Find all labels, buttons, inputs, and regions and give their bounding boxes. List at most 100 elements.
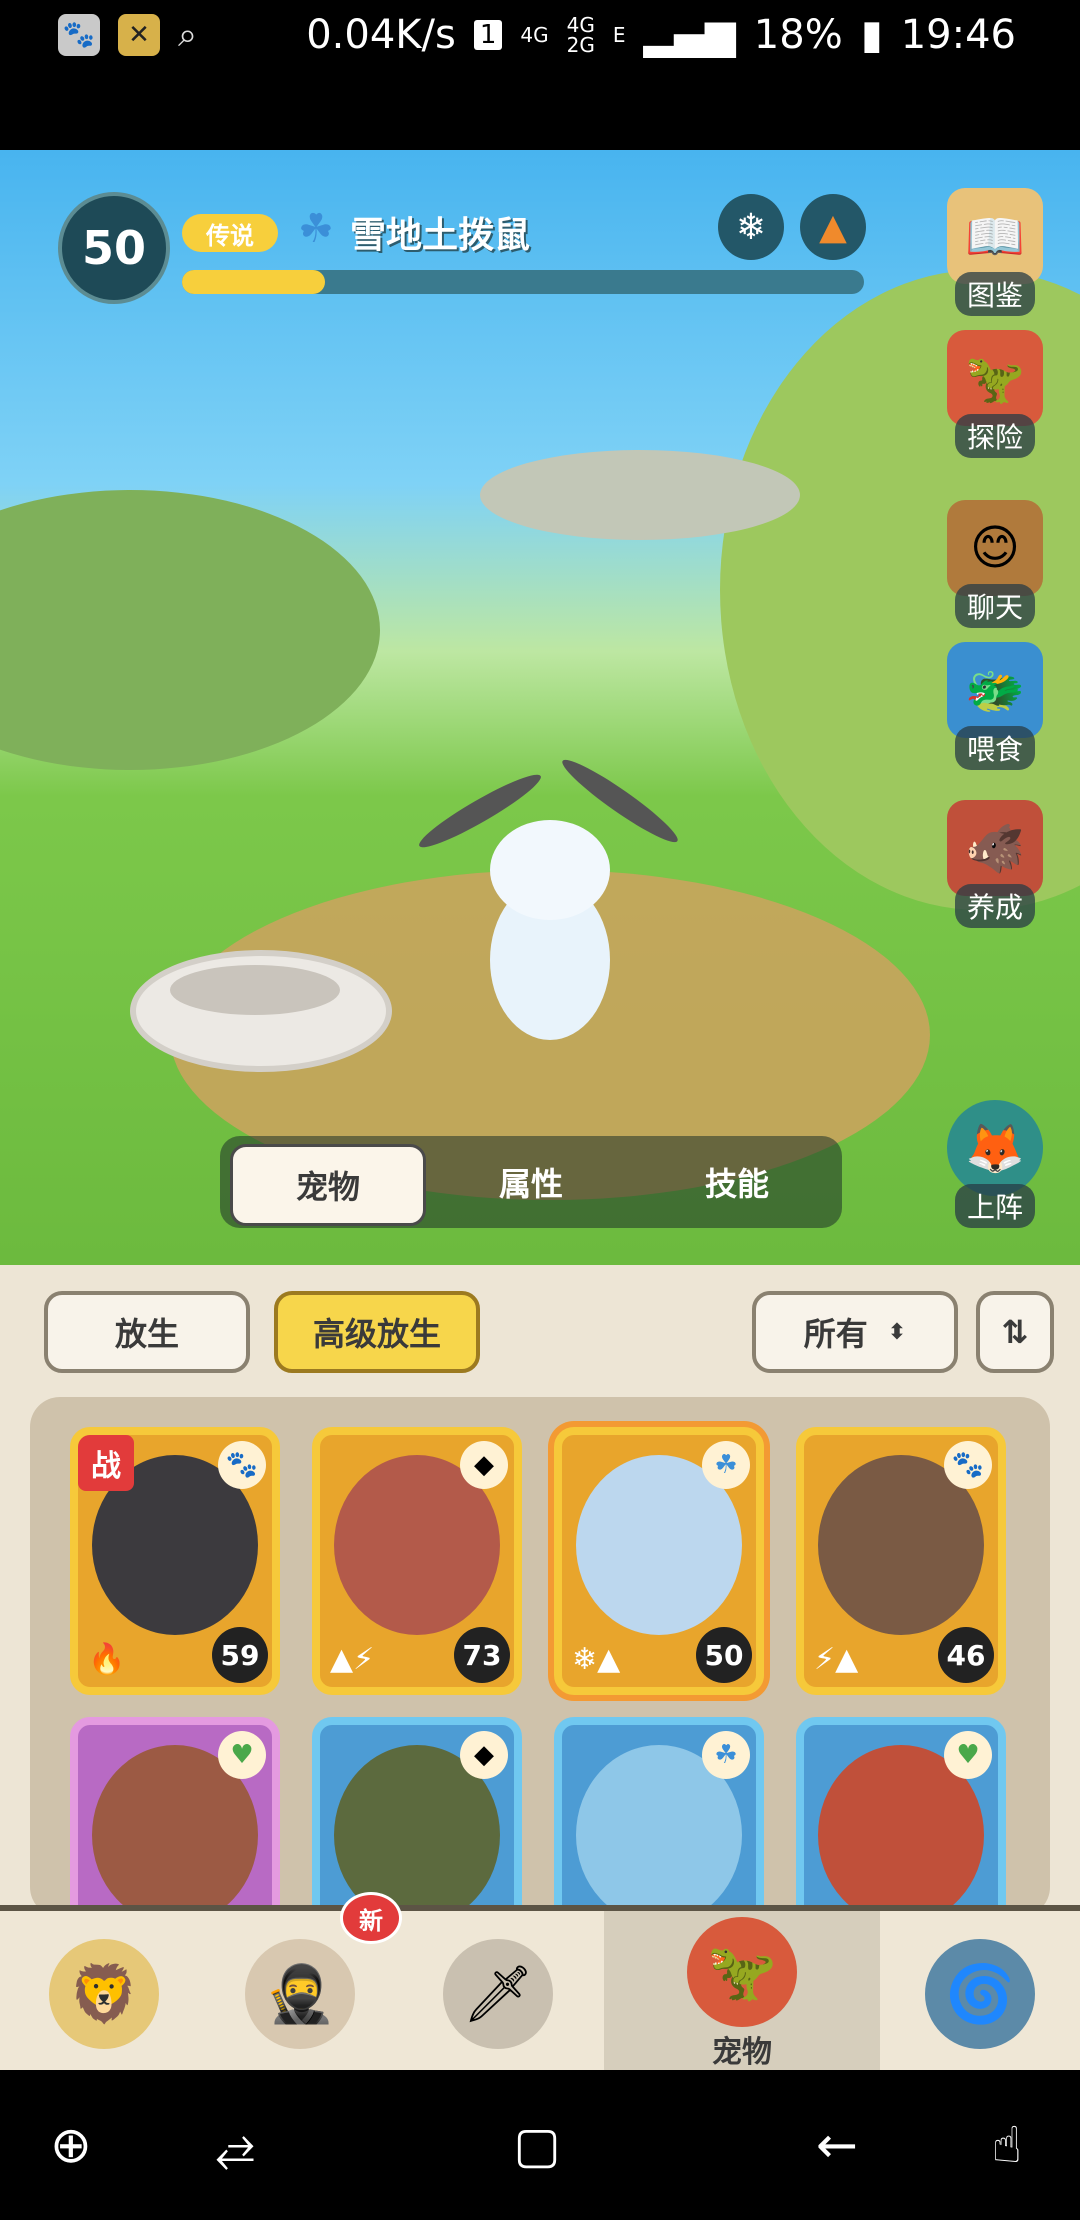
pet-scene[interactable] [0, 150, 1080, 1265]
pet-card-level: 73 [454, 1627, 510, 1683]
tab-skills[interactable]: 技能 [642, 1144, 832, 1220]
nav-portal[interactable]: 🌀 [890, 1911, 1070, 2076]
pet-card[interactable]: 🐾 ⚡▲ 46 [796, 1427, 1006, 1695]
network-speed: 0.04K/s [306, 12, 456, 58]
game-tools-icon[interactable]: ⊕ [36, 2115, 106, 2175]
status-right: 0.04K/s 1 4G 4G 2G E ▂▄▆ 18% ▮ 19:46 [306, 12, 1016, 58]
filter-dropdown[interactable]: 所有 ⬍ [752, 1291, 958, 1373]
status-bar: 🐾 ✕ ⌕ 0.04K/s 1 4G 4G 2G E ▂▄▆ 18% ▮ 19:4… [0, 0, 1080, 150]
clover-icon: ☘ [298, 206, 334, 252]
side-item-label: 图鉴 [954, 272, 1035, 316]
feed-icon: 🐲 [947, 642, 1043, 738]
advanced-release-button[interactable]: 高级放生 [274, 1291, 480, 1373]
battery-icon: ▮ [860, 12, 883, 58]
signal-icon: ▂▄▆ [643, 12, 736, 58]
battery-percent: 18% [753, 12, 843, 58]
hill-left [0, 490, 380, 770]
deploy-icon: 🦊 [947, 1100, 1043, 1196]
gesture-icon[interactable]: ☝ [972, 2115, 1042, 2175]
side-item-label: 聊天 [954, 584, 1035, 628]
adventure-icon: 🦖 [947, 330, 1043, 426]
nav-pet[interactable]: 🦖 宠物 [604, 1911, 880, 2076]
hero-icon: 🥷 [245, 1938, 355, 2049]
system-nav-bar: ⊕ ⥄ ▢ ← ☝ [0, 2070, 1080, 2220]
side-item-label: 喂食 [954, 726, 1035, 770]
book-icon: 📖 [947, 188, 1043, 284]
pet-card-level: 59 [212, 1627, 268, 1683]
release-button[interactable]: 放生 [44, 1291, 250, 1373]
pet-card-selected[interactable]: ☘ ❄▲ 50 [554, 1427, 764, 1695]
side-item-train[interactable]: 🐗 养成 [940, 800, 1050, 928]
tab-attributes[interactable]: 属性 [436, 1144, 626, 1220]
snowflake-icon[interactable]: ❄ [718, 194, 784, 260]
game-bottom-nav: 🦁 🥷 🗡 🦖 宠物 🌀 [0, 1905, 1080, 2076]
fire-icon: 🔥 [88, 1642, 126, 1677]
clock: 19:46 [900, 12, 1016, 58]
network-type-1: 4G [520, 23, 549, 47]
chat-icon: 😊 [947, 500, 1043, 596]
portal-icon: 🌀 [925, 1938, 1035, 2049]
network-type-2: 4G 2G [567, 15, 595, 55]
side-item-adventure[interactable]: 🦖 探险 [940, 330, 1050, 458]
rarity-badge: 传说 [182, 214, 278, 252]
pet-grid: 战 🐾 🔥 59 ◆ ▲⚡ 73 ☘ ❄▲ 50 🐾 ⚡▲ 46 ♥ ◆ ☘ ♥ [30, 1397, 1050, 1985]
earth-icon[interactable]: ▲ [800, 194, 866, 260]
pet-model[interactable] [413, 751, 684, 1050]
earth-lightning-icon: ▲⚡ [330, 1642, 375, 1677]
battle-badge: 战 [78, 1435, 134, 1491]
snow-earth-icon: ❄▲ [572, 1642, 621, 1677]
new-badge: 新 [340, 1892, 402, 1944]
pet-level-badge: 50 [58, 192, 170, 304]
caveman-icon: 🦁 [49, 1938, 159, 2049]
network-type-3: E [612, 23, 626, 47]
recent-apps-icon[interactable]: ⥄ [200, 2115, 270, 2175]
pet-name[interactable]: 雪地土拨鼠 [350, 206, 530, 258]
home-icon[interactable]: ▢ [502, 2115, 572, 2175]
train-icon: 🐗 [947, 800, 1043, 896]
clover-icon: ☘ [702, 1441, 750, 1489]
sim-slot-badge: 1 [473, 20, 503, 50]
heart-icon: ♥ [944, 1731, 992, 1779]
clover-icon: ☘ [702, 1731, 750, 1779]
filter-label: 所有 [803, 1315, 868, 1353]
paw-app-icon: 🐾 [58, 14, 100, 56]
xp-bar [182, 270, 864, 294]
status-left: 🐾 ✕ ⌕ [58, 14, 197, 56]
pet-head [490, 820, 610, 920]
nav-pet-label: 宠物 [712, 2034, 772, 2070]
side-item-deploy[interactable]: 🦊 上阵 [940, 1100, 1050, 1228]
type-icon: ◆ [460, 1441, 508, 1489]
tab-pet[interactable]: 宠物 [230, 1144, 426, 1226]
weapon-icon: 🗡 [443, 1938, 553, 2049]
nav-tribe[interactable]: 🦁 [14, 1911, 194, 2076]
side-item-chat[interactable]: 😊 聊天 [940, 500, 1050, 628]
nav-weapon[interactable]: 🗡 [408, 1911, 588, 2076]
xp-bar-fill [182, 270, 326, 294]
side-item-label: 探险 [954, 414, 1035, 458]
rock-arch [480, 450, 800, 540]
side-item-feed[interactable]: 🐲 喂食 [940, 642, 1050, 770]
game-app-icon: ✕ [118, 14, 160, 56]
pet-icon: 🦖 [687, 1916, 797, 2027]
sort-icon: ⇅ [1001, 1313, 1029, 1351]
pet-card-level: 46 [938, 1627, 994, 1683]
pet-card[interactable]: ◆ ▲⚡ 73 [312, 1427, 522, 1695]
lightning-earth-icon: ⚡▲ [814, 1642, 859, 1677]
side-item-label: 上阵 [954, 1184, 1035, 1228]
sort-button[interactable]: ⇅ [976, 1291, 1054, 1373]
pet-list-panel: 放生 高级放生 所有 ⬍ ⇅ 战 🐾 🔥 59 ◆ ▲⚡ 73 ☘ ❄▲ 50 … [0, 1265, 1080, 1985]
side-item-label: 养成 [954, 884, 1035, 928]
side-item-codex[interactable]: 📖 图鉴 [940, 188, 1050, 316]
search-icon: ⌕ [178, 15, 198, 55]
back-icon[interactable]: ← [802, 2115, 872, 2175]
pet-card-level: 50 [696, 1627, 752, 1683]
pet-card[interactable]: 战 🐾 🔥 59 [70, 1427, 280, 1695]
type-icon: 🐾 [218, 1441, 266, 1489]
detail-tabs: 宠物 属性 技能 [220, 1136, 842, 1228]
type-icon: 🐾 [944, 1441, 992, 1489]
chevron-updown-icon: ⬍ [887, 1319, 907, 1345]
network-type-2-bottom: 2G [566, 33, 595, 57]
heart-icon: ♥ [218, 1731, 266, 1779]
food-bowl-inner [170, 965, 340, 1015]
type-icon: ◆ [460, 1731, 508, 1779]
